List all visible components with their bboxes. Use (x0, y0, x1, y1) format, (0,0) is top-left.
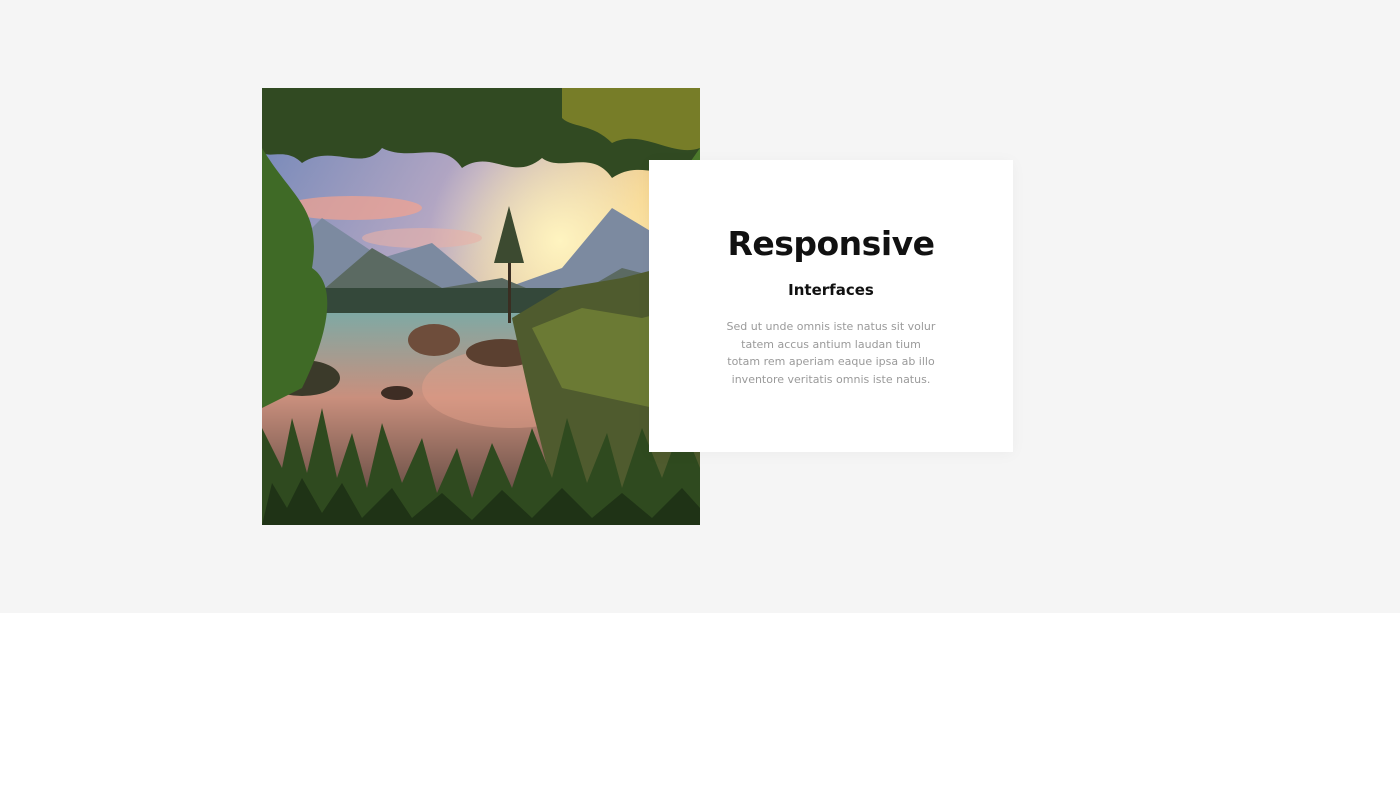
feature-subtitle: Interfaces (788, 281, 874, 299)
feature-card: Responsive Interfaces Sed ut unde omnis … (649, 160, 1013, 452)
feature-title: Responsive (727, 224, 935, 263)
feature-section: Responsive Interfaces Sed ut unde omnis … (0, 0, 1400, 613)
feature-description: Sed ut unde omnis iste natus sit volur t… (726, 320, 936, 386)
landscape-image (262, 88, 700, 525)
